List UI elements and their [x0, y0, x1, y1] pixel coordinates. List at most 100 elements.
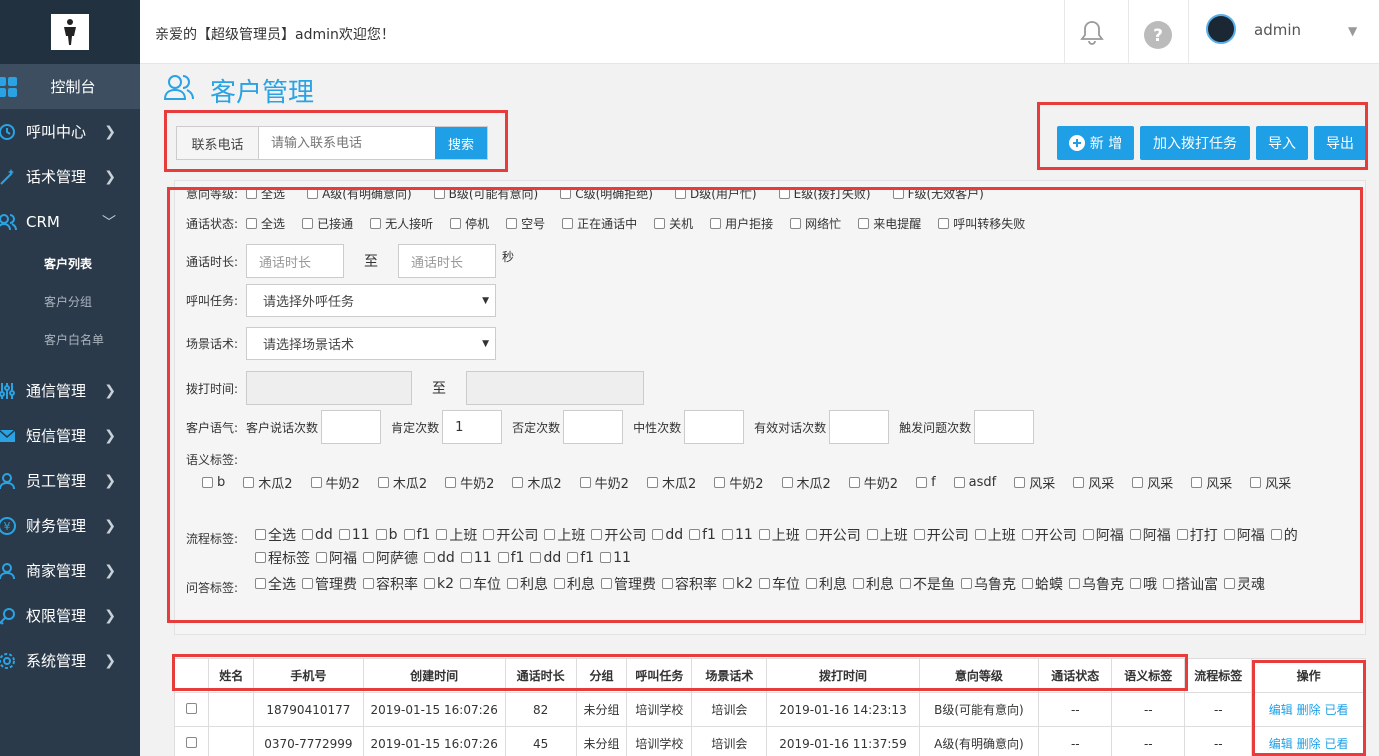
flow-tag[interactable]: 阿福 — [1223, 523, 1265, 546]
checkbox[interactable] — [255, 578, 266, 589]
caret-down-icon[interactable]: ▼ — [1348, 24, 1357, 38]
call-status-option[interactable]: 已接通 — [302, 215, 353, 232]
qa-tag[interactable]: k2 — [424, 572, 454, 595]
edit-link[interactable]: 编辑 — [1269, 737, 1293, 751]
semantic-tag[interactable]: 牛奶2 — [848, 471, 898, 493]
checkbox[interactable] — [1191, 476, 1203, 488]
checkbox[interactable] — [1021, 529, 1033, 540]
semantic-tag[interactable]: 风采 — [1014, 471, 1055, 493]
call-status-option[interactable]: 正在通话中 — [562, 215, 637, 232]
checkbox[interactable] — [363, 552, 374, 563]
username[interactable]: admin — [1254, 21, 1301, 39]
qa-tag[interactable]: 全选 — [255, 572, 296, 595]
flow-tag[interactable]: 11 — [338, 523, 370, 546]
checkbox[interactable] — [483, 529, 495, 540]
checkbox[interactable] — [375, 529, 387, 540]
checkbox[interactable] — [450, 218, 462, 229]
search-input[interactable] — [259, 127, 435, 159]
flow-tag[interactable]: b — [375, 523, 398, 546]
checkbox[interactable] — [591, 529, 603, 540]
checkbox[interactable] — [858, 218, 870, 229]
checkbox[interactable] — [938, 218, 950, 229]
flow-tag[interactable]: 11 — [600, 546, 631, 569]
semantic-tag[interactable]: 木瓜2 — [512, 471, 562, 493]
row-checkbox[interactable] — [186, 702, 198, 714]
flow-tag[interactable]: 阿福 — [316, 546, 357, 569]
qa-tag[interactable]: k2 — [723, 572, 753, 595]
semantic-tag[interactable]: 牛奶2 — [579, 471, 629, 493]
flow-tag[interactable]: 上班 — [758, 523, 800, 546]
flow-tag[interactable]: 11 — [460, 546, 492, 569]
semantic-tag[interactable]: 风采 — [1250, 471, 1291, 493]
flow-tag[interactable]: 上班 — [544, 523, 585, 546]
checkbox[interactable] — [1270, 529, 1282, 540]
checkbox[interactable] — [778, 188, 790, 199]
checkbox[interactable] — [953, 476, 965, 488]
tone-field-input[interactable] — [563, 410, 624, 444]
checkbox[interactable] — [567, 552, 579, 563]
semantic-tag[interactable]: 木瓜2 — [781, 471, 831, 493]
flow-tag[interactable]: dd — [530, 546, 561, 569]
qa-tag[interactable]: 利息 — [853, 572, 894, 595]
qa-tag[interactable]: 乌鲁克 — [961, 572, 1016, 595]
checkbox[interactable] — [363, 578, 374, 589]
checkbox[interactable] — [1223, 529, 1235, 540]
intent-option[interactable]: F级(无效客户) — [892, 185, 984, 202]
delete-link[interactable]: 删除 — [1297, 737, 1321, 751]
flow-tag[interactable]: 开公司 — [805, 523, 861, 546]
checkbox[interactable] — [866, 529, 878, 540]
checkbox[interactable] — [1163, 578, 1175, 589]
checkbox[interactable] — [961, 578, 973, 589]
checkbox[interactable] — [1022, 578, 1034, 589]
semantic-tag[interactable]: 风采 — [1191, 471, 1232, 493]
tone-field-input[interactable] — [974, 410, 1035, 444]
qa-tag[interactable]: 乌鲁克 — [1069, 572, 1124, 595]
checkbox[interactable] — [246, 188, 258, 199]
intent-option[interactable]: D级(用户忙) — [675, 185, 757, 202]
checkbox[interactable] — [255, 552, 266, 563]
intent-option[interactable]: A级(有明确意向) — [307, 185, 412, 202]
checkbox[interactable] — [675, 188, 686, 199]
checkbox[interactable] — [436, 529, 448, 540]
dial-time-start-input[interactable] — [246, 371, 413, 405]
nav-merchant[interactable]: 商家管理 ❯ — [0, 548, 140, 593]
call-status-option[interactable]: 关机 — [654, 215, 693, 232]
checkbox[interactable] — [424, 552, 435, 563]
export-button[interactable]: 导出 — [1314, 126, 1366, 160]
import-button[interactable]: 导入 — [1256, 126, 1308, 160]
qa-tag[interactable]: 管理费 — [302, 572, 357, 595]
nav-sms[interactable]: 短信管理 ❯ — [0, 413, 140, 458]
add-dial-task-button[interactable]: 加入拨打任务 — [1140, 126, 1250, 160]
flow-tag[interactable]: 阿福 — [1129, 523, 1171, 546]
qa-tag[interactable]: 利息 — [507, 572, 548, 595]
checkbox[interactable] — [544, 529, 556, 540]
logo[interactable] — [0, 0, 140, 64]
flow-tag[interactable]: dd — [302, 523, 333, 546]
flow-tag[interactable]: 全选 — [255, 523, 296, 546]
checkbox[interactable] — [806, 578, 818, 589]
nav-staff[interactable]: 员工管理 ❯ — [0, 458, 140, 503]
flow-tag[interactable]: 程标签 — [255, 546, 310, 569]
sub-customer-group[interactable]: 客户分组 — [0, 282, 140, 320]
checkbox[interactable] — [710, 218, 722, 229]
bell-icon[interactable] — [1080, 20, 1104, 50]
semantic-tag[interactable]: 木瓜2 — [646, 471, 696, 493]
qa-tag[interactable]: 容积率 — [363, 572, 418, 595]
intent-option[interactable]: E级(拨打失败) — [778, 185, 871, 202]
qa-tag[interactable]: 搭讪富 — [1163, 572, 1218, 595]
semantic-tag[interactable]: 风采 — [1132, 471, 1173, 493]
flow-tag[interactable]: 打打 — [1176, 523, 1218, 546]
flow-tag[interactable]: f1 — [689, 523, 716, 546]
nav-call-center[interactable]: 呼叫中心 ❯ — [0, 109, 140, 154]
tone-field-input[interactable]: 1 — [442, 410, 503, 444]
checkbox[interactable] — [579, 476, 591, 488]
checkbox[interactable] — [1224, 578, 1236, 589]
qa-tag[interactable]: 车位 — [460, 572, 501, 595]
checkbox[interactable] — [246, 218, 258, 229]
semantic-tag[interactable]: 木瓜2 — [377, 471, 427, 493]
semantic-tag[interactable]: asdf — [953, 471, 996, 493]
checkbox[interactable] — [1129, 529, 1141, 540]
flow-tag[interactable]: 上班 — [974, 523, 1016, 546]
qa-tag[interactable]: 灵魂 — [1224, 572, 1265, 595]
flow-tag[interactable]: dd — [652, 523, 683, 546]
